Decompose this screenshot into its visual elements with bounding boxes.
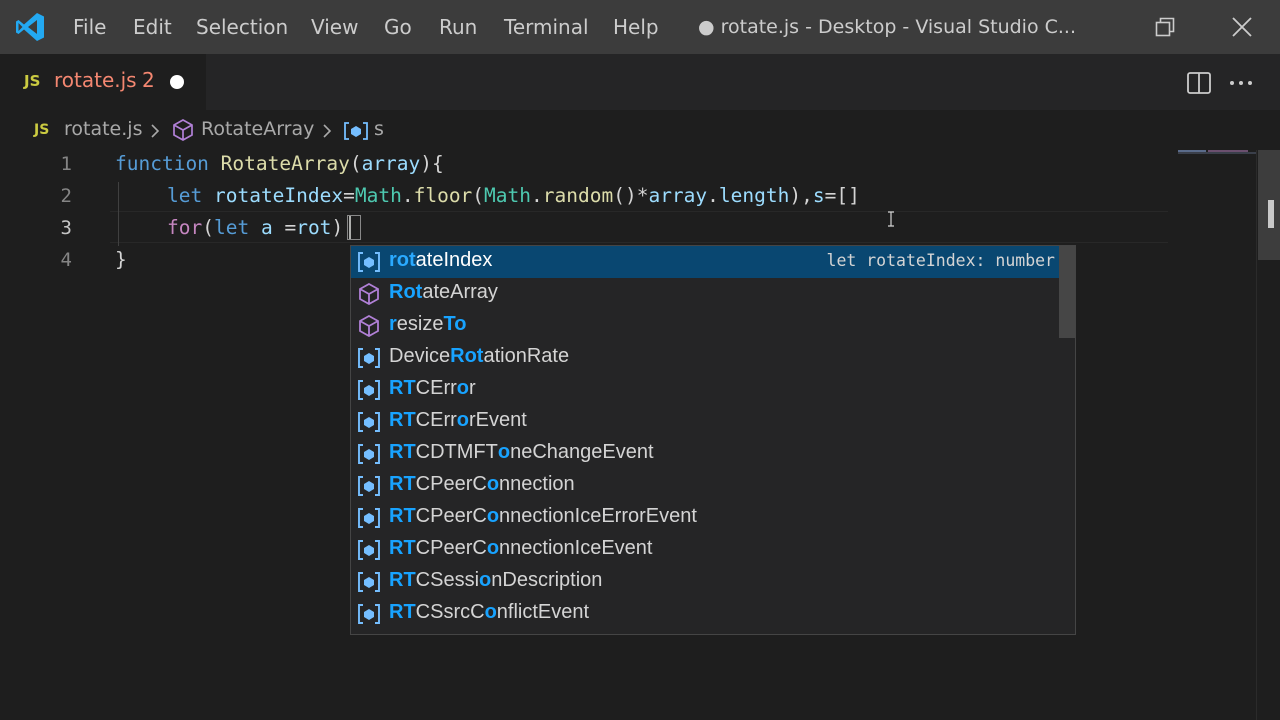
autocomplete-suggestion-list[interactable]: rotateIndex let rotateIndex: number Rotate… [350, 245, 1076, 635]
window-title: ● rotate.js - Desktop - Visual Studio C.… [698, 16, 1077, 38]
tab-filename: rotate.js [54, 68, 137, 92]
close-icon [1232, 17, 1252, 37]
suggestion-type-detail: let rotateIndex: number [826, 251, 1055, 270]
code-line-1: function RotateArray(array){ [115, 152, 444, 175]
menu-file[interactable]: File [73, 0, 106, 54]
suggestion-label: RTCPeerConnectionIceErrorEvent [389, 505, 697, 527]
title-bar: File Edit Selection View Go Run Terminal… [0, 0, 1280, 54]
close-window-button[interactable] [1207, 0, 1277, 54]
suggestion-item[interactable]: RTCPeerConnectionIceEvent [351, 534, 1059, 566]
variable-icon [344, 122, 368, 140]
menu-selection[interactable]: Selection [196, 0, 288, 54]
suggestion-item[interactable]: resizeTo [351, 310, 1059, 342]
variable-icon [358, 252, 380, 272]
suggestion-label: RTCErrorEvent [389, 409, 527, 431]
chevron-right-icon [323, 124, 332, 138]
line-number: 3 [60, 217, 72, 239]
split-editor-icon [1187, 72, 1211, 94]
breadcrumb-function[interactable]: RotateArray [201, 118, 314, 140]
suggestion-label: rotateIndex [389, 249, 493, 271]
split-editor-button[interactable] [1184, 68, 1214, 98]
suggestion-label: DeviceRotationRate [389, 345, 570, 367]
method-icon [359, 315, 379, 337]
unsaved-dot-icon[interactable] [170, 75, 184, 89]
javascript-file-icon: JS [24, 72, 41, 90]
suggestion-item[interactable]: DeviceRotationRate [351, 342, 1059, 374]
suggestion-item[interactable]: RTCPeerConnection [351, 470, 1059, 502]
tab-problem-count: 2 [142, 68, 155, 92]
suggestion-label: resizeTo [389, 313, 467, 335]
menu-go[interactable]: Go [384, 0, 412, 54]
code-line-4: } [115, 248, 127, 271]
vscode-logo-icon [16, 13, 44, 41]
suggestion-item[interactable]: RTCSessionDescription [351, 566, 1059, 598]
suggestion-label: RTCPeerConnection [389, 473, 575, 495]
tab-rotate-js[interactable]: JS rotate.js 2 [0, 54, 206, 110]
variable-icon [358, 508, 380, 528]
menu-help[interactable]: Help [613, 0, 659, 54]
suggestion-scrollbar-thumb[interactable] [1059, 246, 1075, 338]
breadcrumb-file[interactable]: rotate.js [64, 118, 142, 140]
tab-bar: JS rotate.js 2 [0, 54, 1280, 110]
menu-edit[interactable]: Edit [133, 0, 172, 54]
line-number: 2 [60, 185, 72, 207]
suggestion-item[interactable]: RotateArray [351, 278, 1059, 310]
breadcrumb-variable[interactable]: s [374, 118, 384, 140]
suggestion-item[interactable]: RTCPeerConnectionIceErrorEvent [351, 502, 1059, 534]
suggestion-label: RTCSsrcConflictEvent [389, 601, 590, 623]
suggestion-item[interactable]: rotateIndex let rotateIndex: number [351, 246, 1059, 278]
variable-icon [358, 412, 380, 432]
chevron-right-icon [151, 124, 160, 138]
code-line-3: for(let a =rot) [167, 216, 344, 239]
suggestion-item[interactable]: RTCDTMFToneChangeEvent [351, 438, 1059, 470]
variable-icon [358, 604, 380, 624]
code-line-2: let rotateIndex=Math.floor(Math.random()… [167, 184, 860, 207]
text-cursor [349, 216, 351, 239]
menu-terminal[interactable]: Terminal [504, 0, 589, 54]
suggestion-item[interactable]: RTCErrorEvent [351, 406, 1059, 438]
line-number: 4 [60, 249, 72, 271]
variable-icon [358, 476, 380, 496]
variable-icon [358, 380, 380, 400]
restore-icon [1155, 17, 1175, 37]
indent-guide [118, 182, 119, 214]
suggestion-item[interactable]: RTCError [351, 374, 1059, 406]
variable-icon [358, 572, 380, 592]
ellipsis-icon [1230, 81, 1252, 85]
variable-icon [358, 540, 380, 560]
indent-guide [118, 214, 119, 246]
suggestion-item[interactable]: RTCSsrcConflictEvent [351, 598, 1059, 630]
variable-icon [358, 348, 380, 368]
suggestion-label: RTCError [389, 377, 476, 399]
suggestion-label: RotateArray [389, 281, 498, 303]
breadcrumb: JS rotate.js RotateArray s [0, 110, 1280, 150]
variable-icon [358, 444, 380, 464]
editor-scrollbar-thumb[interactable] [1258, 150, 1280, 260]
more-actions-button[interactable] [1226, 68, 1256, 98]
method-icon [173, 119, 193, 141]
suggestion-label: RTCPeerConnectionIceEvent [389, 537, 653, 559]
javascript-file-icon: JS [34, 122, 50, 138]
menu-view[interactable]: View [311, 0, 358, 54]
restore-button[interactable] [1130, 0, 1200, 54]
minimap[interactable] [1176, 150, 1256, 154]
i-beam-cursor-icon [888, 211, 894, 227]
suggestion-label: RTCSessionDescription [389, 569, 603, 591]
menu-run[interactable]: Run [439, 0, 477, 54]
suggestion-label: RTCDTMFToneChangeEvent [389, 441, 654, 463]
line-number: 1 [60, 153, 72, 175]
method-icon [359, 283, 379, 305]
